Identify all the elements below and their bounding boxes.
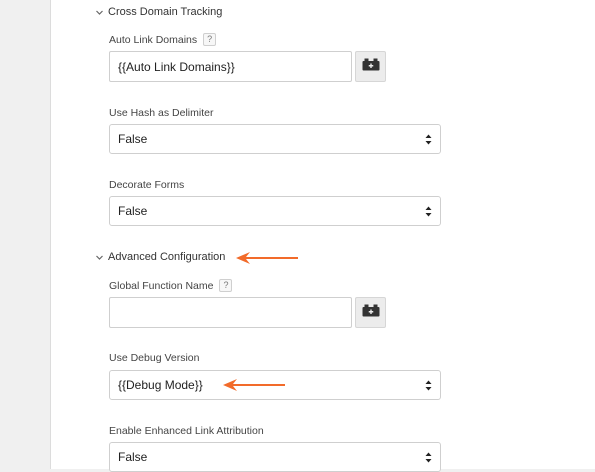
select-value: False <box>118 450 148 464</box>
select-value: False <box>118 132 148 146</box>
select-caret-icon <box>425 452 432 463</box>
global-function-name-input[interactable] <box>109 297 352 328</box>
select-value: {{Debug Mode}} <box>118 378 203 392</box>
help-icon[interactable]: ? <box>203 33 217 46</box>
settings-panel: Cross Domain Tracking Auto Link Domains … <box>50 0 595 472</box>
field-label: Use Hash as Delimiter <box>109 107 214 119</box>
chevron-down-icon <box>95 8 104 17</box>
field-label: Global Function Name <box>109 279 214 292</box>
section-title: Advanced Configuration <box>108 251 226 263</box>
auto-link-domains-variable-button[interactable] <box>355 51 386 82</box>
global-function-name-variable-button[interactable] <box>355 297 386 328</box>
use-debug-version-label-row: Use Debug Version <box>109 352 199 364</box>
decorate-forms-label-row: Decorate Forms <box>109 179 184 191</box>
select-value: False <box>118 204 148 218</box>
auto-link-domains-label-row: Auto Link Domains ? <box>109 33 217 46</box>
field-label: Auto Link Domains <box>109 33 198 46</box>
decorate-forms-select[interactable]: False <box>109 196 441 226</box>
variable-picker-icon <box>362 304 380 322</box>
field-label: Use Debug Version <box>109 352 200 364</box>
chevron-down-icon <box>95 253 104 262</box>
use-hash-label-row: Use Hash as Delimiter <box>109 107 213 119</box>
use-hash-select[interactable]: False <box>109 124 441 154</box>
cross-domain-tracking-header[interactable]: Cross Domain Tracking <box>95 6 222 18</box>
select-caret-icon <box>425 380 432 391</box>
auto-link-domains-input[interactable] <box>109 51 352 82</box>
left-gutter <box>0 0 50 469</box>
field-label: Decorate Forms <box>109 179 185 191</box>
help-icon[interactable]: ? <box>219 279 233 292</box>
advanced-configuration-header[interactable]: Advanced Configuration <box>95 251 225 263</box>
section-title: Cross Domain Tracking <box>108 6 223 18</box>
select-caret-icon <box>425 206 432 217</box>
field-label: Enable Enhanced Link Attribution <box>109 425 264 437</box>
variable-picker-icon <box>362 58 380 76</box>
global-function-name-label-row: Global Function Name ? <box>109 279 233 292</box>
left-arrow-icon <box>236 252 298 264</box>
select-caret-icon <box>425 134 432 145</box>
enhanced-link-attribution-select[interactable]: False <box>109 442 441 472</box>
left-arrow-icon <box>223 379 285 391</box>
enhanced-link-attribution-label-row: Enable Enhanced Link Attribution <box>109 425 264 437</box>
